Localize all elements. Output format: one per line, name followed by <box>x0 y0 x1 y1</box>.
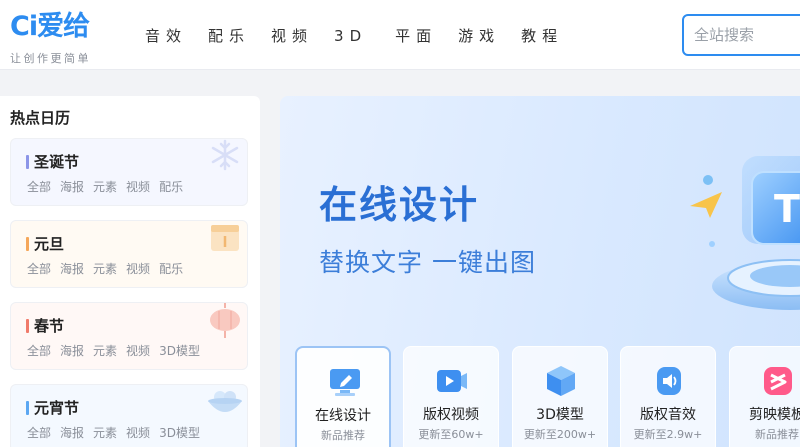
hot-calendar-panel: 热点日历 圣诞节 全部 海报 元素 视频 配乐 元旦 全部 海报 元素 视频 配… <box>0 96 260 447</box>
card-accent-bar <box>26 401 29 415</box>
text-editor-3d-illustration: T <box>690 156 800 310</box>
calendar-icon <box>211 225 239 251</box>
tool-desc: 更新至60w+ <box>418 428 484 441</box>
holiday-name[interactable]: 元宵节 <box>34 398 79 418</box>
svg-text:T: T <box>774 187 800 231</box>
sidebar-title: 热点日历 <box>10 109 71 127</box>
tool-desc: 更新至200w+ <box>523 428 597 441</box>
speaker-icon <box>657 367 681 395</box>
tag-music[interactable]: 配乐 <box>159 261 183 277</box>
tool-card-copyright-sound[interactable]: 版权音效 更新至2.9w+ <box>620 346 716 447</box>
tool-name: 剪映模板 <box>749 407 800 423</box>
tag-poster[interactable]: 海报 <box>60 425 84 441</box>
holiday-card-spring-festival[interactable]: 春节 全部 海报 元素 视频 3D模型 <box>10 302 248 370</box>
tool-name: 版权音效 <box>640 407 696 423</box>
lantern-icon <box>210 303 240 338</box>
tag-element[interactable]: 元素 <box>93 343 117 359</box>
tool-name: 3D模型 <box>536 407 584 423</box>
nav-item-game[interactable]: 游戏 <box>458 22 500 50</box>
search-input[interactable] <box>684 16 794 54</box>
top-header: Ci爱给 让创作更简单 音效 配乐 视频 3D 平面 游戏 教程 <box>0 0 800 70</box>
promo-banner[interactable]: 在线设计 替换文字 一键出图 T 在线设计 新品推荐 版权视频 更新至60w+ … <box>280 96 800 447</box>
tool-name: 在线设计 <box>315 408 371 424</box>
tool-card-3d-model[interactable]: 3D模型 更新至200w+ <box>512 346 608 447</box>
video-play-icon <box>437 370 467 392</box>
tag-element[interactable]: 元素 <box>93 425 117 441</box>
holiday-name[interactable]: 元旦 <box>34 234 64 254</box>
tag-poster[interactable]: 海报 <box>60 343 84 359</box>
holiday-name[interactable]: 春节 <box>34 316 64 336</box>
tag-all[interactable]: 全部 <box>27 261 51 277</box>
tool-name: 版权视频 <box>423 407 479 423</box>
holiday-tags: 全部 海报 元素 视频 3D模型 <box>27 343 209 359</box>
tool-card-capcut-template[interactable]: 剪映模板 新品推荐 <box>729 346 800 447</box>
tag-element[interactable]: 元素 <box>93 179 117 195</box>
tag-video[interactable]: 视频 <box>126 179 150 195</box>
tangyuan-bowl-icon <box>208 391 242 412</box>
banner-title: 在线设计 <box>319 183 480 227</box>
nav-item-video[interactable]: 视频 <box>271 22 313 50</box>
site-logo[interactable]: Ci爱给 让创作更简单 <box>10 10 130 66</box>
tag-video[interactable]: 视频 <box>126 425 150 441</box>
monitor-pen-icon <box>330 369 360 396</box>
holiday-name[interactable]: 圣诞节 <box>34 152 79 172</box>
tag-poster[interactable]: 海报 <box>60 179 84 195</box>
capcut-icon <box>764 367 792 395</box>
holiday-card-lantern-festival[interactable]: 元宵节 全部 海报 元素 视频 3D模型 <box>10 384 248 447</box>
tag-video[interactable]: 视频 <box>126 343 150 359</box>
nav-item-audio[interactable]: 音效 <box>145 22 187 50</box>
tag-element[interactable]: 元素 <box>93 261 117 277</box>
tool-desc: 新品推荐 <box>755 428 799 441</box>
holiday-tags: 全部 海报 元素 视频 配乐 <box>27 179 192 195</box>
logo-slogan: 让创作更简单 <box>10 52 91 65</box>
tool-desc: 新品推荐 <box>321 429 365 442</box>
nav-item-graphic[interactable]: 平面 <box>395 22 437 50</box>
tag-all[interactable]: 全部 <box>27 343 51 359</box>
tag-music[interactable]: 配乐 <box>159 179 183 195</box>
tool-card-online-design[interactable]: 在线设计 新品推荐 <box>295 346 391 447</box>
cube-icon <box>547 366 575 396</box>
card-accent-bar <box>26 237 29 251</box>
banner-subtitle: 替换文字 一键出图 <box>319 248 536 277</box>
card-accent-bar <box>26 319 29 333</box>
search-box[interactable] <box>682 14 800 56</box>
holiday-card-christmas[interactable]: 圣诞节 全部 海报 元素 视频 配乐 <box>10 138 248 206</box>
tool-card-copyright-video[interactable]: 版权视频 更新至60w+ <box>403 346 499 447</box>
tool-desc: 更新至2.9w+ <box>633 428 703 441</box>
holiday-card-new-year[interactable]: 元旦 全部 海报 元素 视频 配乐 <box>10 220 248 288</box>
snowflake-icon <box>211 139 239 171</box>
holiday-tags: 全部 海报 元素 视频 3D模型 <box>27 425 209 441</box>
holiday-tags: 全部 海报 元素 视频 配乐 <box>27 261 192 277</box>
logo-wordmark[interactable]: Ci爱给 <box>10 10 90 44</box>
main-nav: 音效 配乐 视频 3D 平面 游戏 教程 <box>145 22 584 50</box>
card-accent-bar <box>26 155 29 169</box>
tag-poster[interactable]: 海报 <box>60 261 84 277</box>
tag-3d-model[interactable]: 3D模型 <box>159 425 200 441</box>
tag-video[interactable]: 视频 <box>126 261 150 277</box>
nav-item-music[interactable]: 配乐 <box>208 22 250 50</box>
tag-3d-model[interactable]: 3D模型 <box>159 343 200 359</box>
nav-item-3d[interactable]: 3D <box>334 22 367 50</box>
nav-item-tutorial[interactable]: 教程 <box>521 22 563 50</box>
tag-all[interactable]: 全部 <box>27 425 51 441</box>
tag-all[interactable]: 全部 <box>27 179 51 195</box>
